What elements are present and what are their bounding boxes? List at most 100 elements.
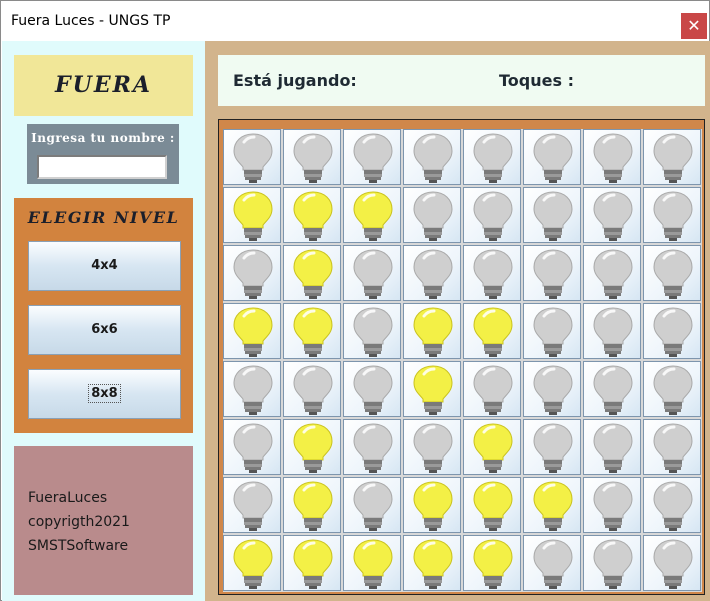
bulb-cell[interactable]	[463, 477, 521, 533]
level-6x6-button[interactable]: 6x6	[28, 305, 181, 355]
bulb-cell[interactable]	[343, 535, 401, 591]
bulb-cell[interactable]	[283, 187, 341, 243]
bulb-cell[interactable]	[343, 303, 401, 359]
bulb-cell[interactable]	[583, 361, 641, 417]
bulb-on-icon	[353, 539, 393, 589]
bulb-on-icon	[413, 481, 453, 531]
bulb-on-icon	[293, 481, 333, 531]
bulb-cell[interactable]	[223, 477, 281, 533]
bulb-off-icon	[233, 423, 273, 473]
bulb-off-icon	[233, 249, 273, 299]
bulb-cell[interactable]	[523, 303, 581, 359]
bulb-cell[interactable]	[523, 477, 581, 533]
bulb-cell[interactable]	[403, 535, 461, 591]
app-logo: FUERA LUCES	[55, 72, 152, 159]
bulb-cell[interactable]	[523, 245, 581, 301]
bulb-cell[interactable]	[643, 535, 701, 591]
bulb-cell[interactable]	[643, 477, 701, 533]
bulb-cell[interactable]	[403, 129, 461, 185]
bulb-off-icon	[533, 191, 573, 241]
bulb-on-icon	[293, 191, 333, 241]
bulb-off-icon	[593, 307, 633, 357]
window-title: Fuera Luces - UNGS TP	[11, 13, 171, 29]
bulb-cell[interactable]	[223, 187, 281, 243]
bulb-cell[interactable]	[583, 187, 641, 243]
bulb-cell[interactable]	[643, 361, 701, 417]
bulb-cell[interactable]	[583, 477, 641, 533]
bulb-cell[interactable]	[583, 535, 641, 591]
bulb-cell[interactable]	[523, 129, 581, 185]
bulb-cell[interactable]	[643, 419, 701, 475]
bulb-off-icon	[473, 365, 513, 415]
bulb-cell[interactable]	[283, 361, 341, 417]
credits-panel: FueraLuces copyrigth2021 SMSTSoftware	[14, 446, 193, 595]
bulb-cell[interactable]	[223, 419, 281, 475]
bulb-cell[interactable]	[583, 129, 641, 185]
bulb-cell[interactable]	[403, 245, 461, 301]
bulb-cell[interactable]	[523, 187, 581, 243]
bulb-off-icon	[353, 423, 393, 473]
bulb-on-icon	[233, 539, 273, 589]
bulb-cell[interactable]	[523, 361, 581, 417]
bulb-off-icon	[293, 133, 333, 183]
bulb-cell[interactable]	[283, 419, 341, 475]
bulb-on-icon	[413, 307, 453, 357]
bulb-cell[interactable]	[223, 361, 281, 417]
bulb-cell[interactable]	[463, 535, 521, 591]
level-8x8-button[interactable]: 8x8	[28, 369, 181, 419]
bulb-cell[interactable]	[583, 303, 641, 359]
main-content: FUERA LUCES Ingresa tu nombre : ELEGIR N…	[2, 41, 710, 601]
bulb-off-icon	[653, 249, 693, 299]
bulb-cell[interactable]	[583, 419, 641, 475]
bulb-cell[interactable]	[283, 129, 341, 185]
bulb-cell[interactable]	[463, 129, 521, 185]
level-panel: ELEGIR NIVEL 4x4 6x6 8x8	[14, 198, 193, 433]
bulb-cell[interactable]	[223, 129, 281, 185]
bulb-cell[interactable]	[343, 361, 401, 417]
bulb-cell[interactable]	[403, 187, 461, 243]
bulb-cell[interactable]	[643, 129, 701, 185]
bulb-on-icon	[293, 539, 333, 589]
bulb-cell[interactable]	[403, 419, 461, 475]
game-board	[223, 129, 702, 592]
bulb-on-icon	[473, 307, 513, 357]
bulb-cell[interactable]	[463, 303, 521, 359]
board-frame	[218, 119, 705, 595]
bulb-cell[interactable]	[643, 245, 701, 301]
credit-company: SMSTSoftware	[28, 538, 129, 554]
bulb-cell[interactable]	[463, 361, 521, 417]
bulb-cell[interactable]	[283, 303, 341, 359]
bulb-off-icon	[473, 133, 513, 183]
bulb-off-icon	[533, 133, 573, 183]
bulb-cell[interactable]	[343, 187, 401, 243]
bulb-cell[interactable]	[583, 245, 641, 301]
player-name-label: Ingresa tu nombre :	[31, 131, 175, 145]
bulb-cell[interactable]	[643, 187, 701, 243]
bulb-cell[interactable]	[223, 303, 281, 359]
bulb-cell[interactable]	[523, 535, 581, 591]
bulb-off-icon	[593, 365, 633, 415]
bulb-cell[interactable]	[523, 419, 581, 475]
player-name-input[interactable]	[37, 155, 167, 179]
bulb-cell[interactable]	[343, 129, 401, 185]
close-button[interactable]: ✕	[681, 13, 707, 39]
bulb-cell[interactable]	[463, 187, 521, 243]
bulb-cell[interactable]	[403, 361, 461, 417]
bulb-off-icon	[233, 133, 273, 183]
bulb-cell[interactable]	[463, 245, 521, 301]
bulb-cell[interactable]	[223, 245, 281, 301]
bulb-cell[interactable]	[403, 477, 461, 533]
bulb-cell[interactable]	[643, 303, 701, 359]
bulb-cell[interactable]	[223, 535, 281, 591]
bulb-cell[interactable]	[343, 419, 401, 475]
bulb-cell[interactable]	[283, 477, 341, 533]
bulb-cell[interactable]	[283, 535, 341, 591]
bulb-cell[interactable]	[463, 419, 521, 475]
bulb-on-icon	[473, 423, 513, 473]
bulb-cell[interactable]	[403, 303, 461, 359]
bulb-off-icon	[653, 423, 693, 473]
bulb-cell[interactable]	[283, 245, 341, 301]
level-4x4-button[interactable]: 4x4	[28, 241, 181, 291]
bulb-cell[interactable]	[343, 477, 401, 533]
bulb-cell[interactable]	[343, 245, 401, 301]
